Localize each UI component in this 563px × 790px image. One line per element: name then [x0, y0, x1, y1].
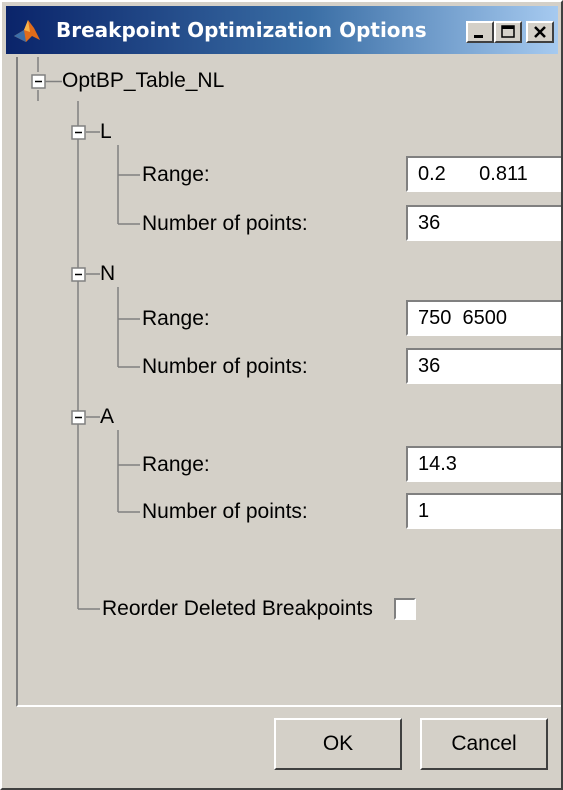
n-range-input[interactable]: 750 6500 — [406, 300, 561, 336]
tree-node-l-label: L — [100, 120, 112, 143]
a-range-input[interactable]: 14.3 — [406, 446, 561, 482]
root-collapse-toggle[interactable] — [31, 74, 46, 89]
a-range-label: Range: — [142, 453, 210, 476]
a-collapse-toggle[interactable] — [71, 410, 86, 425]
l-range-label: Range: — [142, 163, 210, 186]
tree-root-label: OptBP_Table_NL — [62, 69, 225, 92]
tree-node-n-label: N — [100, 262, 116, 285]
maximize-icon — [501, 25, 515, 38]
reorder-deleted-breakpoints-label: Reorder Deleted Breakpoints — [102, 597, 373, 620]
l-range-input[interactable]: 0.2 0.811 — [406, 156, 561, 192]
reorder-deleted-breakpoints-checkbox[interactable] — [394, 598, 416, 620]
a-points-input[interactable]: 1 — [406, 493, 561, 529]
close-button[interactable] — [526, 21, 554, 43]
maximize-button[interactable] — [494, 21, 522, 43]
window-title: Breakpoint Optimization Options — [56, 18, 427, 42]
ok-button[interactable]: OK — [274, 718, 402, 770]
tree-node-a-label: A — [100, 405, 115, 428]
a-points-label: Number of points: — [142, 500, 308, 523]
matlab-logo-icon — [14, 20, 40, 42]
n-points-input[interactable]: 36 — [406, 348, 561, 384]
l-points-label: Number of points: — [142, 212, 308, 235]
title-bar[interactable]: Breakpoint Optimization Options — [6, 6, 558, 54]
dialog-window: Breakpoint Optimization Options OptBP_Ta… — [0, 0, 563, 790]
minimize-icon — [474, 35, 483, 38]
close-icon — [534, 26, 546, 38]
l-points-input[interactable]: 36 — [406, 205, 561, 241]
options-tree-panel: OptBP_Table_NL L Range: 0.2 0.811 Number… — [16, 57, 561, 707]
n-collapse-toggle[interactable] — [71, 267, 86, 282]
n-range-label: Range: — [142, 307, 210, 330]
minimize-button[interactable] — [466, 21, 494, 43]
l-collapse-toggle[interactable] — [71, 125, 86, 140]
n-points-label: Number of points: — [142, 355, 308, 378]
cancel-button[interactable]: Cancel — [420, 718, 548, 770]
